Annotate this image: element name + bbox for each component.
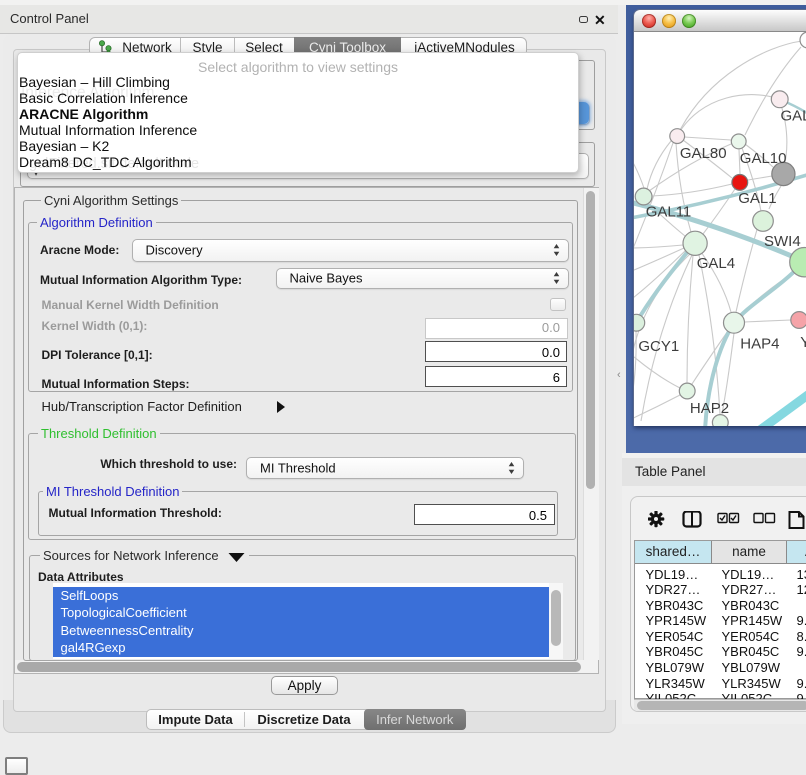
svg-text:GAL7: GAL7 [780,108,806,125]
svg-text:GCY1: GCY1 [638,338,679,355]
svg-text:GAL4: GAL4 [696,255,734,272]
svg-text:HAP4: HAP4 [740,336,779,353]
svg-text:YM: YM [800,334,806,351]
svg-text:SWI4: SWI4 [764,233,801,250]
svg-text:GAL10: GAL10 [739,150,786,167]
svg-text:GAL11: GAL11 [645,204,691,221]
svg-text:GAL1: GAL1 [738,190,776,207]
svg-text:HAP2: HAP2 [689,400,728,417]
svg-text:GAL80: GAL80 [679,145,726,162]
